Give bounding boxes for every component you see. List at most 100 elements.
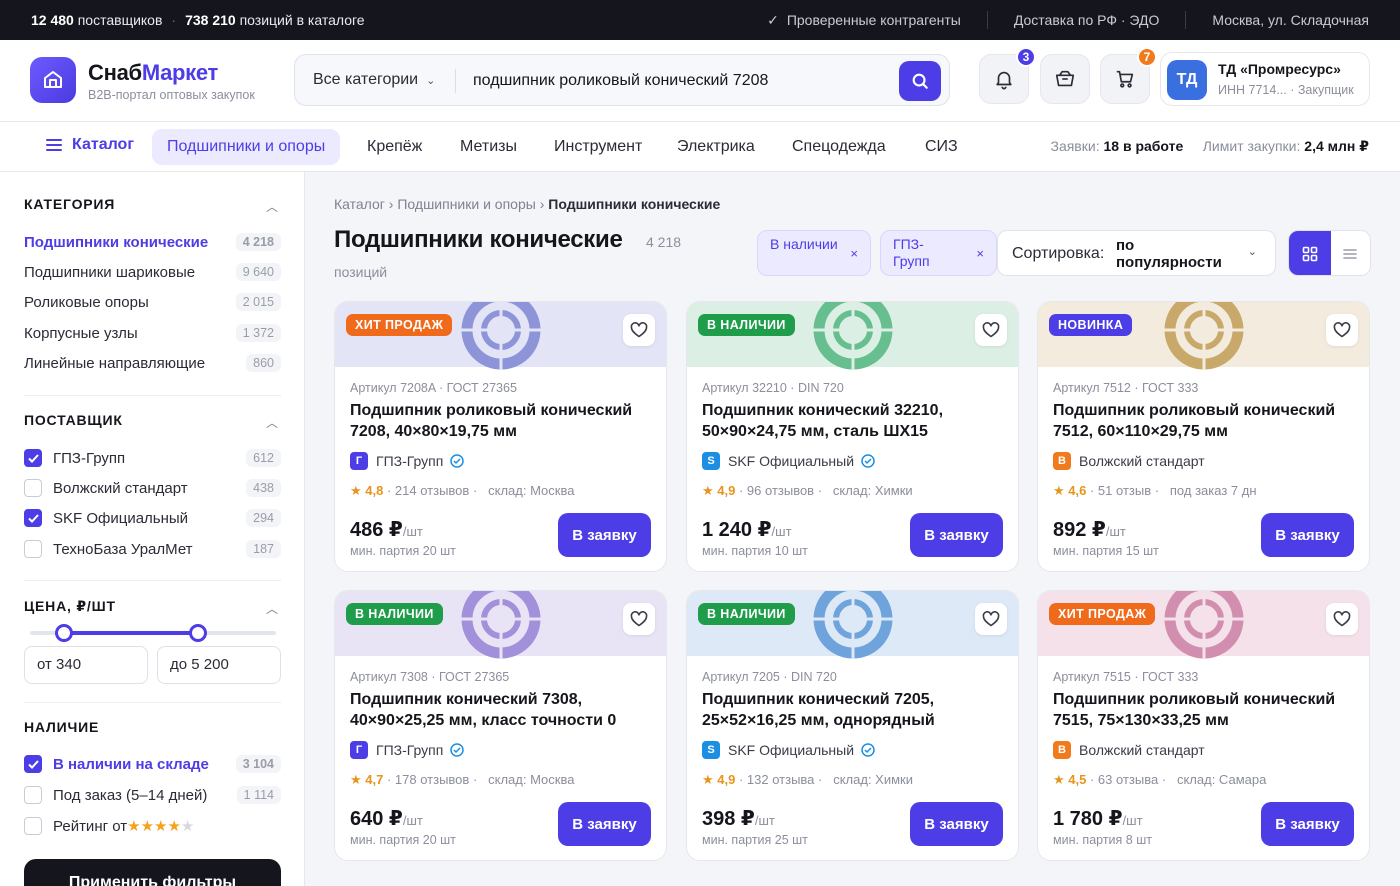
product-card[interactable]: В НАЛИЧИИ Артикул 7205 · DIN 720 Подшипник…	[686, 590, 1019, 861]
breadcrumb-link[interactable]: Подшипники и опоры	[397, 196, 535, 212]
min-batch: мин. партия 20 шт	[350, 833, 456, 847]
checkbox-checked[interactable]	[24, 449, 42, 467]
site-header: СнабМаркет B2B-портал оптовых закупок Вс…	[0, 40, 1400, 122]
product-supplier[interactable]: Г ГПЗ-Групп	[350, 741, 465, 759]
active-filter-chip[interactable]: ГПЗ-Групп ×	[880, 230, 997, 276]
results-count: 4 218	[646, 234, 682, 250]
favorite-button[interactable]	[975, 603, 1007, 635]
checkbox-unchecked[interactable]	[24, 817, 42, 835]
reviews-link[interactable]: 214 отзывов	[395, 483, 469, 498]
availability-checkbox-row[interactable]: Под заказ (5–14 дней) 1 114	[24, 784, 281, 806]
product-card[interactable]: ХИТ ПРОДАЖ Артикул 7515 · ГОСТ 333 Подшипн…	[1037, 590, 1370, 861]
favorite-button[interactable]	[623, 603, 655, 635]
tab-workwear[interactable]: Спецодежда	[777, 129, 901, 165]
supplier-checkbox-row[interactable]: Волжский стандарт 438	[24, 477, 281, 499]
list-view-button[interactable]	[1329, 231, 1370, 275]
reviews-link[interactable]: 63 отзыва	[1098, 772, 1158, 787]
favorite-button[interactable]	[975, 314, 1007, 346]
delivery-link[interactable]: Доставка по РФ · ЭДО	[1014, 12, 1160, 28]
add-to-request-button[interactable]: В заявку	[910, 513, 1003, 557]
supplier-checkbox-row[interactable]: SKF Официальный 294	[24, 507, 281, 529]
add-to-request-button[interactable]: В заявку	[1261, 513, 1354, 557]
product-card[interactable]: НОВИНКА Артикул 7512 · ГОСТ 333 Подшипник …	[1037, 301, 1370, 572]
product-name[interactable]: Подшипник конический 7308, 40×90×25,25 м…	[350, 689, 655, 731]
availability-checkbox-row[interactable]: В наличии на складе 3 104	[24, 753, 281, 775]
tab-bearings[interactable]: Подшипники и опоры	[152, 129, 341, 165]
add-to-request-button[interactable]: В заявку	[1261, 802, 1354, 846]
product-name[interactable]: Подшипник роликовый конический 7512, 60×…	[1053, 400, 1358, 442]
product-supplier[interactable]: S SKF Официальный	[702, 741, 875, 759]
search-category-select[interactable]: Все категории ⌄	[313, 71, 435, 89]
favorite-button[interactable]	[1326, 314, 1358, 346]
checkbox-checked[interactable]	[24, 755, 42, 773]
category-item[interactable]: Подшипники шариковые 9 640	[24, 261, 281, 283]
product-supplier[interactable]: Г ГПЗ-Групп	[350, 452, 465, 470]
breadcrumb-link[interactable]: Каталог	[334, 196, 385, 212]
product-card[interactable]: ХИТ ПРОДАЖ Артикул 7208A · ГОСТ 27365 Подш…	[334, 301, 667, 572]
category-item[interactable]: Корпусные узлы 1 372	[24, 322, 281, 344]
supplier-checkbox-row[interactable]: ГПЗ-Групп 612	[24, 447, 281, 469]
active-filter-chip[interactable]: В наличии ×	[757, 230, 871, 276]
reviews-link[interactable]: 51 отзыв	[1098, 483, 1151, 498]
stock-location: склад: Химки	[832, 483, 913, 498]
close-icon[interactable]: ×	[850, 245, 858, 262]
checkbox-unchecked[interactable]	[24, 540, 42, 558]
favorite-button[interactable]	[623, 314, 655, 346]
product-price: 640 ₽/шт	[350, 808, 423, 830]
rating-checkbox-row[interactable]: Рейтинг от ★★★★★	[24, 815, 281, 837]
chevron-up-icon[interactable]: ︿	[266, 414, 278, 431]
price-to-input[interactable]: до 5 200	[157, 646, 281, 684]
reviews-link[interactable]: 96 отзывов	[747, 483, 814, 498]
chevron-up-icon[interactable]: ︿	[266, 198, 278, 215]
supplier-checkbox-row[interactable]: ТехноБаза УралМет 187	[24, 538, 281, 560]
brand-name[interactable]: СнабМаркет	[88, 60, 218, 86]
product-name[interactable]: Подшипник конический 7205, 25×52×16,25 м…	[702, 689, 1007, 731]
product-supplier[interactable]: В Волжский стандарт	[1053, 741, 1205, 759]
category-item[interactable]: Подшипники конические 4 218	[24, 231, 281, 253]
grid-view-button[interactable]	[1289, 231, 1331, 275]
checkbox-unchecked[interactable]	[24, 479, 42, 497]
logo-icon[interactable]	[30, 57, 76, 103]
reviews-link[interactable]: 132 отзыва	[747, 772, 815, 787]
search-input[interactable]	[473, 65, 893, 97]
price-min-handle[interactable]	[55, 624, 73, 642]
cart-button[interactable]: 7	[1100, 47, 1157, 104]
checkbox-checked[interactable]	[24, 509, 42, 527]
requests-value[interactable]: 18 в работе	[1103, 138, 1183, 154]
category-item[interactable]: Роликовые опоры 2 015	[24, 291, 281, 313]
breadcrumb-current: Подшипники конические	[548, 196, 721, 212]
catalog-button[interactable]: Каталог	[46, 136, 134, 154]
notifications-button[interactable]: 3	[979, 47, 1036, 104]
tab-ppe[interactable]: СИЗ	[910, 129, 973, 165]
account-menu[interactable]: ТД ТД «Промресурс» ИНН 7714... · Закупщи…	[1160, 52, 1370, 106]
category-item[interactable]: Линейные направляющие 860	[24, 352, 281, 374]
chevron-up-icon[interactable]: ︿	[266, 600, 278, 617]
product-name[interactable]: Подшипник роликовый конический 7208, 40×…	[350, 400, 655, 442]
close-icon[interactable]: ×	[976, 245, 984, 262]
add-to-request-button[interactable]: В заявку	[558, 802, 651, 846]
tab-electrics[interactable]: Электрика	[662, 129, 770, 165]
checkbox-unchecked[interactable]	[24, 786, 42, 804]
tab-tools[interactable]: Инструмент	[539, 129, 657, 165]
sort-select[interactable]: Сортировка: по популярности ⌄	[997, 230, 1276, 276]
address-link[interactable]: Москва, ул. Складочная	[1212, 12, 1369, 28]
tab-fasteners[interactable]: Крепёж	[352, 129, 437, 165]
add-to-request-button[interactable]: В заявку	[558, 513, 651, 557]
search-button[interactable]	[899, 61, 941, 101]
product-supplier[interactable]: В Волжский стандарт	[1053, 452, 1205, 470]
favorite-button[interactable]	[1326, 603, 1358, 635]
product-card[interactable]: В НАЛИЧИИ Артикул 32210 · DIN 720 Подшипни…	[686, 301, 1019, 572]
product-supplier[interactable]: S SKF Официальный	[702, 452, 875, 470]
product-name[interactable]: Подшипник конический 32210, 50×90×24,75 …	[702, 400, 1007, 442]
supplier-logo: S	[702, 741, 720, 759]
product-card[interactable]: В НАЛИЧИИ Артикул 7308 · ГОСТ 27365 Подшип…	[334, 590, 667, 861]
verified-partners-link[interactable]: Проверенные контрагенты	[787, 12, 961, 28]
tab-hardware[interactable]: Метизы	[445, 129, 532, 165]
add-to-request-button[interactable]: В заявку	[910, 802, 1003, 846]
price-from-input[interactable]: от 340	[24, 646, 148, 684]
compare-button[interactable]	[1040, 54, 1090, 104]
reviews-link[interactable]: 178 отзывов	[395, 772, 469, 787]
product-name[interactable]: Подшипник роликовый конический 7515, 75×…	[1053, 689, 1358, 731]
price-max-handle[interactable]	[189, 624, 207, 642]
apply-filters-button[interactable]: Применить фильтры	[24, 859, 281, 886]
